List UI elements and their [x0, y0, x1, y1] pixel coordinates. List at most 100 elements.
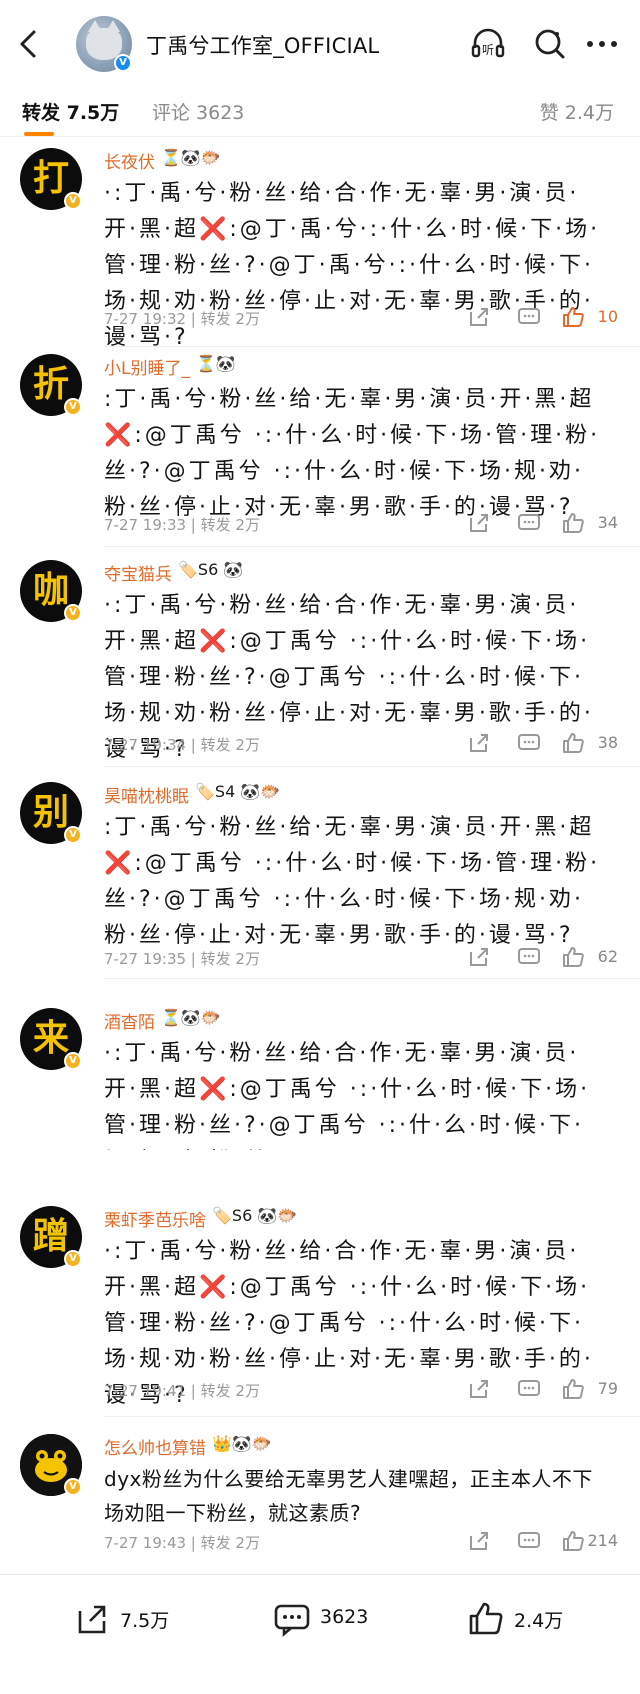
- tab-bar: 转发 7.5万 评论 3623 赞 2.4万: [0, 92, 640, 136]
- repost-item: 蹭V 栗虾季芭乐啥 🏷️S6 🐼🐡 ·:丁·禹·兮·粉·丝·给·合·作·无·辜·男…: [0, 1206, 640, 1418]
- avatar[interactable]: 咖V: [20, 560, 82, 622]
- username[interactable]: 昊喵枕桃眠: [104, 787, 189, 807]
- repost-meta: 7-27 19:34 | 转发 2万: [104, 736, 260, 754]
- share-icon[interactable]: [466, 944, 492, 970]
- user-badges: ⏳🐼: [195, 354, 236, 373]
- repost-actions: 79: [418, 1376, 618, 1404]
- search-icon[interactable]: [530, 24, 570, 64]
- repost-meta: 7-27 19:35 | 转发 2万: [104, 950, 260, 968]
- comment-icon[interactable]: [516, 1528, 542, 1554]
- more-icon[interactable]: [582, 24, 622, 64]
- user-badges: 🏷️S6 🐼🐡: [212, 1206, 298, 1225]
- username[interactable]: 酒杳陌: [104, 1013, 155, 1033]
- repost-item: 折V 小L别睡了_ ⏳🐼 :丁·禹·兮·粉·丝·给·无·辜·男·演·员·开·黑·超…: [0, 354, 640, 548]
- back-icon[interactable]: [14, 24, 44, 64]
- thumbs-up-icon[interactable]: [560, 944, 586, 970]
- repost-meta: 7-27 19:33 | 转发 2万: [104, 516, 260, 534]
- avatar[interactable]: V: [20, 1434, 82, 1496]
- like-count: 214: [587, 1531, 618, 1550]
- tab-repost[interactable]: 转发 7.5万: [22, 98, 119, 125]
- comment-icon[interactable]: [516, 944, 542, 970]
- user-badges: ⏳🐼🐡: [161, 148, 221, 167]
- verified-badge-icon: V: [64, 1052, 82, 1070]
- like-count: 34: [597, 513, 618, 532]
- repost-actions: 62: [418, 944, 618, 972]
- divider: [104, 978, 640, 979]
- verified-badge-icon: V: [64, 1478, 82, 1496]
- divider: [0, 136, 640, 137]
- comment-icon[interactable]: [516, 510, 542, 536]
- thumbs-up-icon[interactable]: [560, 730, 586, 756]
- avatar[interactable]: 别V: [20, 782, 82, 844]
- verified-badge-icon: V: [64, 604, 82, 622]
- listen-label: 听: [482, 43, 494, 57]
- repost-meta: 7-27 19:43 | 转发 2万: [104, 1534, 260, 1552]
- share-icon[interactable]: [466, 730, 492, 756]
- page-title: 丁禹兮工作室_OFFICIAL: [146, 34, 380, 58]
- comment-icon: [274, 1604, 310, 1637]
- comment-icon[interactable]: [516, 304, 542, 330]
- like-count: 10: [597, 307, 618, 326]
- repost-item: V 怎么帅也算错 👑🐼🐡 dyx粉丝为什么要给无辜男艺人建嘿超，正主本人不下场劝阻…: [0, 1434, 640, 1566]
- comment-icon[interactable]: [516, 1376, 542, 1402]
- like-count: 79: [597, 1379, 618, 1398]
- verified-badge-icon: V: [64, 826, 82, 844]
- username[interactable]: 夺宝猫兵: [104, 565, 172, 585]
- username[interactable]: 小L别睡了_: [104, 359, 190, 379]
- verified-badge-icon: V: [64, 192, 82, 210]
- comment-icon[interactable]: [516, 730, 542, 756]
- tab-comment[interactable]: 评论 3623: [152, 98, 244, 125]
- user-badges: 👑🐼🐡: [212, 1434, 272, 1453]
- like-count: 62: [597, 947, 618, 966]
- username[interactable]: 怎么帅也算错: [104, 1439, 206, 1459]
- divider: [104, 546, 640, 547]
- repost-meta: 7-27 19:32 | 转发 2万: [104, 310, 260, 328]
- top-nav-bar: V 丁禹兮工作室_OFFICIAL 听: [0, 0, 640, 92]
- thumbs-up-icon[interactable]: [560, 304, 586, 330]
- repost-text: ·:丁·禹·兮·粉·丝·给·合·作·无·辜·男·演·员·开·黑·超❌:@丁禹兮 …: [104, 1041, 591, 1150]
- repost-item: 别V 昊喵枕桃眠 🏷️S4 🐼🐡 :丁·禹·兮·粉·丝·给·无·辜·男·演·员·开…: [0, 782, 640, 980]
- avatar[interactable]: 蹭V: [20, 1206, 82, 1268]
- headphone-listen-icon[interactable]: 听: [468, 24, 508, 64]
- repost-actions: 34: [418, 510, 618, 538]
- user-badges: ⏳🐼🐡: [161, 1008, 221, 1027]
- repost-count: 7.5万: [120, 1610, 170, 1632]
- divider: [104, 766, 640, 767]
- share-icon[interactable]: [466, 1376, 492, 1402]
- repost-meta: 7-27 19:41 | 转发 2万: [104, 1382, 260, 1400]
- verified-badge-icon: V: [64, 1250, 82, 1268]
- divider: [104, 346, 640, 347]
- repost-item: 咖V 夺宝猫兵 🏷️S6 🐼 ·:丁·禹·兮·粉·丝·给·合·作·无·辜·男·演·…: [0, 560, 640, 768]
- repost-text: dyx粉丝为什么要给无辜男艺人建嘿超，正主本人不下场劝阻一下粉丝，就这素质?: [104, 1467, 593, 1525]
- repost-actions: 214: [418, 1528, 618, 1556]
- share-icon[interactable]: [466, 510, 492, 536]
- avatar[interactable]: 打V: [20, 148, 82, 210]
- thumbs-up-icon: [469, 1602, 503, 1635]
- repost-actions: 38: [418, 730, 618, 758]
- like-count: 38: [597, 733, 618, 752]
- thumbs-up-icon[interactable]: [560, 1528, 586, 1554]
- verified-badge-icon: V: [64, 398, 82, 416]
- divider: [104, 1416, 640, 1417]
- user-badges: 🏷️S6 🐼: [178, 560, 244, 579]
- share-icon[interactable]: [466, 304, 492, 330]
- like-count: 2.4万: [514, 1610, 564, 1632]
- repost-text: :丁·禹·兮·粉·丝·给·无·辜·男·演·员·开·黑·超❌:@丁禹兮 ·:·什·…: [104, 387, 601, 520]
- user-badges: 🏷️S4 🐼🐡: [195, 782, 281, 801]
- share-icon[interactable]: [466, 1528, 492, 1554]
- username[interactable]: 栗虾季芭乐啥: [104, 1211, 206, 1231]
- avatar[interactable]: 来V: [20, 1008, 82, 1070]
- verified-badge-icon: V: [114, 54, 132, 72]
- bottom-action-bar: 7.5万 3623 2.4万: [0, 1574, 640, 1694]
- thumbs-up-icon[interactable]: [560, 510, 586, 536]
- username[interactable]: 长夜伏: [104, 153, 155, 173]
- share-icon: [78, 1605, 106, 1634]
- thumbs-up-icon[interactable]: [560, 1376, 586, 1402]
- repost-item: 打V 长夜伏 ⏳🐼🐡 ·:丁·禹·兮·粉·丝·给·合·作·无·辜·男·演·员·开·…: [0, 148, 640, 350]
- repost-actions: 10: [418, 304, 618, 332]
- repost-text: :丁·禹·兮·粉·丝·给·无·辜·男·演·员·开·黑·超❌:@丁禹兮 ·:·什·…: [104, 815, 601, 948]
- comment-count: 3623: [320, 1606, 369, 1628]
- tab-likes[interactable]: 赞 2.4万: [540, 98, 614, 125]
- repost-item: 来V 酒杳陌 ⏳🐼🐡 ·:丁·禹·兮·粉·丝·给·合·作·无·辜·男·演·员·开·…: [0, 1008, 640, 1184]
- avatar[interactable]: 折V: [20, 354, 82, 416]
